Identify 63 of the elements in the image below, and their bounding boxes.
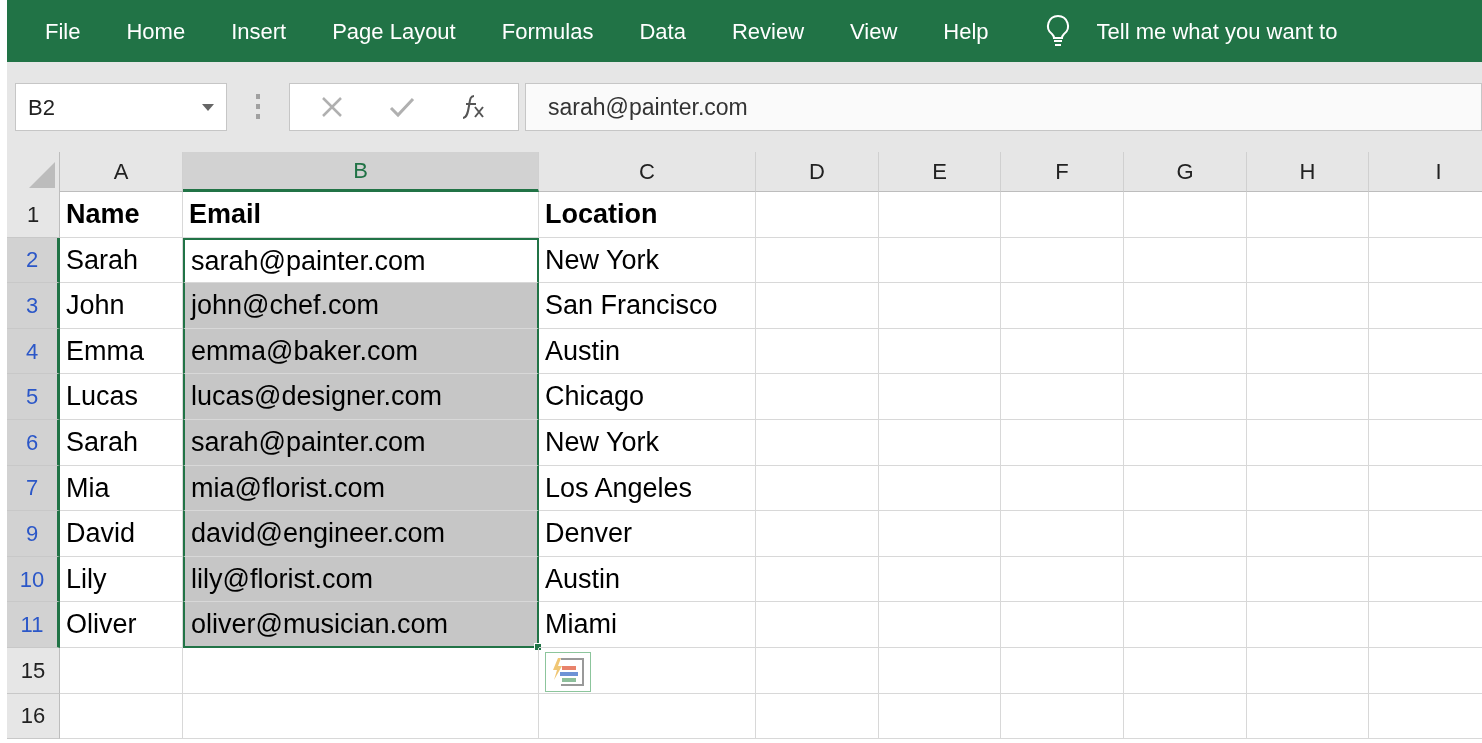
column-header[interactable]: B <box>183 152 539 192</box>
table-cell: Austin <box>539 556 756 603</box>
table-cell: david@engineer.com <box>183 511 539 557</box>
name-box[interactable]: B2 <box>15 83 227 131</box>
lightbulb-icon[interactable] <box>1044 14 1071 48</box>
row-header[interactable]: 9 <box>7 511 60 557</box>
table-cell: Austin <box>539 328 756 375</box>
row-header[interactable]: 1 <box>7 192 60 238</box>
table-cell: Sarah <box>60 237 183 284</box>
formula-field[interactable]: sarah@painter.com <box>525 83 1482 131</box>
grip-icon <box>255 94 261 120</box>
row-header[interactable]: 3 <box>7 283 60 329</box>
column-header[interactable]: G <box>1124 152 1247 192</box>
column-header[interactable]: H <box>1247 152 1369 192</box>
column-header[interactable]: E <box>879 152 1001 192</box>
table-cell: lucas@designer.com <box>183 374 539 420</box>
table-cell: Location <box>539 192 756 238</box>
column-header[interactable]: I <box>1369 152 1482 192</box>
table-cell: New York <box>539 237 756 284</box>
table-cell: oliver@musician.com <box>183 602 539 648</box>
table-cell: Miami <box>539 602 756 648</box>
table-cell: john@chef.com <box>183 283 539 329</box>
ribbon-tab[interactable]: Home <box>126 14 186 48</box>
table-cell: Email <box>183 192 539 238</box>
ribbon-tab[interactable]: Page Layout <box>332 14 456 48</box>
table-cell: mia@florist.com <box>183 465 539 512</box>
check-icon[interactable] <box>388 95 416 119</box>
ribbon-tab[interactable]: Data <box>639 14 686 48</box>
table-cell: Los Angeles <box>539 465 756 512</box>
table-cell: emma@baker.com <box>183 328 539 375</box>
table-cell: New York <box>539 419 756 466</box>
cancel-icon[interactable] <box>320 95 344 119</box>
cell-reference: B2 <box>28 93 56 122</box>
column-header[interactable]: F <box>1001 152 1124 192</box>
ribbon-tab[interactable]: Help <box>943 14 989 48</box>
table-cell: Chicago <box>539 374 756 420</box>
row-header[interactable]: 6 <box>7 419 60 466</box>
row-header[interactable]: 10 <box>7 556 60 603</box>
row-header[interactable]: 5 <box>7 374 60 420</box>
ribbon-tab[interactable]: View <box>850 14 898 48</box>
row-header[interactable]: 15 <box>7 647 60 694</box>
ribbon-tab[interactable]: File <box>45 14 81 48</box>
row-header[interactable]: 7 <box>7 465 60 512</box>
row-header[interactable]: 11 <box>7 602 60 648</box>
dropdown-icon <box>202 103 214 111</box>
fill-handle[interactable] <box>534 642 542 651</box>
flash-fill-icon <box>551 658 585 687</box>
table-cell: San Francisco <box>539 283 756 329</box>
row-header[interactable]: 4 <box>7 328 60 375</box>
flash-fill-options-button[interactable] <box>545 652 591 693</box>
table-cell: Denver <box>539 511 756 557</box>
table-cell: sarah@painter.com <box>183 419 539 466</box>
row-header[interactable]: 16 <box>7 693 60 740</box>
ribbon-tab[interactable]: Insert <box>231 14 287 48</box>
table-cell: Name <box>60 192 183 238</box>
column-header[interactable]: D <box>756 152 879 192</box>
tell-me-search[interactable]: Tell me what you want to <box>1096 14 1338 48</box>
row-header[interactable]: 2 <box>7 237 60 284</box>
ribbon-tab[interactable]: Formulas <box>501 14 594 48</box>
ribbon-tab[interactable]: Review <box>731 14 805 48</box>
column-header[interactable]: C <box>539 152 756 192</box>
table-cell: lily@florist.com <box>183 556 539 603</box>
formula-value: sarah@painter.com <box>548 92 748 122</box>
